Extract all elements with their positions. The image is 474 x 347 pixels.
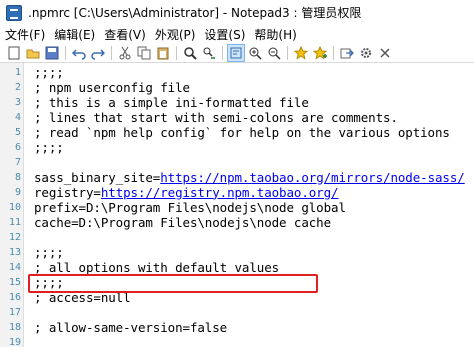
toolbar-separator [111, 46, 112, 60]
line-number: 16 [8, 291, 21, 303]
line-number: 2 [14, 81, 21, 93]
line-number: 6 [14, 141, 21, 153]
menu-file[interactable]: 文件(F) [0, 26, 49, 43]
zoom-out-icon[interactable] [266, 45, 282, 61]
toolbar-separator [333, 46, 334, 60]
redo-icon[interactable] [90, 45, 106, 61]
word-wrap-icon[interactable] [227, 44, 245, 62]
open-folder-icon[interactable] [25, 45, 41, 61]
line-number: 8 [14, 171, 21, 183]
text-editor[interactable]: 1 ;;;; 2 ; npm userconfig file 3 ; this … [0, 62, 474, 347]
line-number: 7 [14, 156, 21, 168]
copy-icon[interactable] [136, 45, 152, 61]
menu-edit[interactable]: 编辑(E) [49, 26, 99, 43]
toolbar-separator [222, 46, 223, 60]
line-number: 15 [8, 276, 21, 288]
line-number: 1 [14, 66, 21, 78]
line-number: 10 [8, 201, 21, 213]
paste-icon[interactable] [155, 45, 171, 61]
menu-appearance[interactable]: 外观(P) [150, 26, 200, 43]
find-icon[interactable] [182, 45, 198, 61]
toolbar [0, 44, 474, 62]
zoom-in-icon[interactable] [247, 45, 263, 61]
undo-icon[interactable] [71, 45, 87, 61]
line-number: 19 [8, 336, 21, 347]
code-line[interactable]: 19 [0, 333, 474, 347]
line-number: 14 [8, 261, 21, 273]
add-favorite-icon[interactable] [312, 45, 328, 61]
line-number: 3 [14, 96, 21, 108]
notepad3-app-icon [6, 4, 22, 21]
line-number: 5 [14, 126, 21, 138]
favorites-icon[interactable] [293, 45, 309, 61]
menu-view[interactable]: 查看(V) [99, 26, 150, 43]
toolbar-separator [287, 46, 288, 60]
line-number: 4 [14, 111, 21, 123]
toolbar-separator [176, 46, 177, 60]
menu-bar: 文件(F) 编辑(E) 查看(V) 外观(P) 设置(S) 帮助(H) [0, 25, 474, 44]
new-file-icon[interactable] [6, 45, 22, 61]
replace-icon[interactable] [201, 45, 217, 61]
close-icon[interactable] [377, 45, 393, 61]
line-number: 11 [8, 216, 21, 228]
line-number: 13 [8, 246, 21, 258]
menu-help[interactable]: 帮助(H) [249, 26, 300, 43]
highlight-box [28, 274, 318, 293]
line-number: 9 [14, 186, 21, 198]
window-title: .npmrc [C:\Users\Administrator] - Notepa… [28, 6, 362, 20]
cut-icon[interactable] [117, 45, 133, 61]
line-number: 17 [8, 306, 21, 318]
toolbar-separator [65, 46, 66, 60]
menu-settings[interactable]: 设置(S) [199, 26, 249, 43]
line-number: 18 [8, 321, 21, 333]
export-icon[interactable] [339, 45, 355, 61]
save-icon[interactable] [44, 45, 60, 61]
line-number: 12 [8, 231, 21, 243]
title-bar: .npmrc [C:\Users\Administrator] - Notepa… [0, 0, 474, 25]
settings-icon[interactable] [358, 45, 374, 61]
